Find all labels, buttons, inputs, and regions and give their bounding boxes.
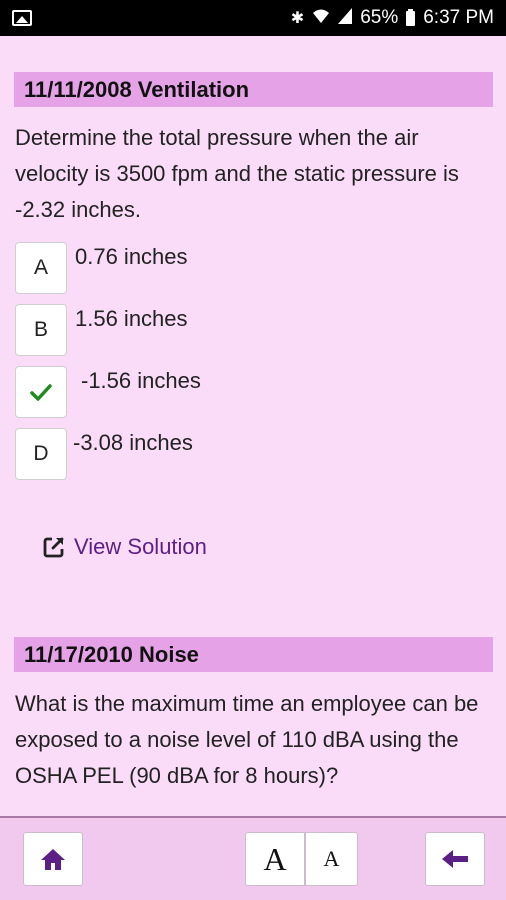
clock-time: 6:37 PM xyxy=(423,7,494,28)
home-button[interactable] xyxy=(23,832,83,886)
question-text: What is the maximum time an employee can… xyxy=(15,691,479,788)
option-letter: A xyxy=(33,256,48,279)
option-b[interactable]: B 1.56 inches xyxy=(15,304,415,356)
bottom-toolbar: A A xyxy=(0,816,506,900)
bluetooth-icon: ✱ xyxy=(290,10,305,27)
question-list[interactable]: 11/11/2008 Ventilation Determine the tot… xyxy=(0,36,506,816)
option-label: 0.76 inches xyxy=(75,244,188,269)
view-solution-link[interactable]: View Solution xyxy=(42,534,207,560)
option-c[interactable]: -1.56 inches xyxy=(15,366,415,418)
checkmark-icon xyxy=(30,384,52,401)
home-icon xyxy=(41,849,65,870)
option-letter: B xyxy=(33,318,48,341)
option-letter-box[interactable]: B xyxy=(15,304,67,356)
option-letter: D xyxy=(33,442,49,465)
image-icon xyxy=(12,10,32,26)
font-small-label: A xyxy=(323,846,340,871)
signal-icon xyxy=(338,7,353,29)
question-header: 11/17/2010 Noise xyxy=(14,637,493,672)
battery-percent: 65% xyxy=(360,7,399,28)
external-link-icon xyxy=(43,537,64,558)
option-label: -1.56 inches xyxy=(81,368,201,393)
option-label: -3.08 inches xyxy=(73,430,193,455)
increase-font-button[interactable]: A xyxy=(245,832,305,886)
option-letter-box[interactable]: A xyxy=(15,242,67,294)
option-d[interactable]: D -3.08 inches xyxy=(15,428,415,480)
back-arrow-icon xyxy=(442,850,468,868)
question-header: 11/11/2008 Ventilation xyxy=(14,72,493,107)
back-button[interactable] xyxy=(425,832,485,886)
option-label: 1.56 inches xyxy=(75,306,188,331)
view-solution-label: View Solution xyxy=(74,534,207,559)
question-text: Determine the total pressure when the ai… xyxy=(15,125,459,222)
font-large-label: A xyxy=(263,840,287,877)
wifi-icon xyxy=(312,8,330,29)
decrease-font-button[interactable]: A xyxy=(305,832,358,886)
option-letter-box[interactable]: D xyxy=(15,428,67,480)
option-a[interactable]: A 0.76 inches xyxy=(15,242,415,294)
option-letter-box-selected[interactable] xyxy=(15,366,67,418)
status-bar: ✱ 65% 6:37 PM xyxy=(0,0,506,36)
battery-icon xyxy=(406,8,416,26)
